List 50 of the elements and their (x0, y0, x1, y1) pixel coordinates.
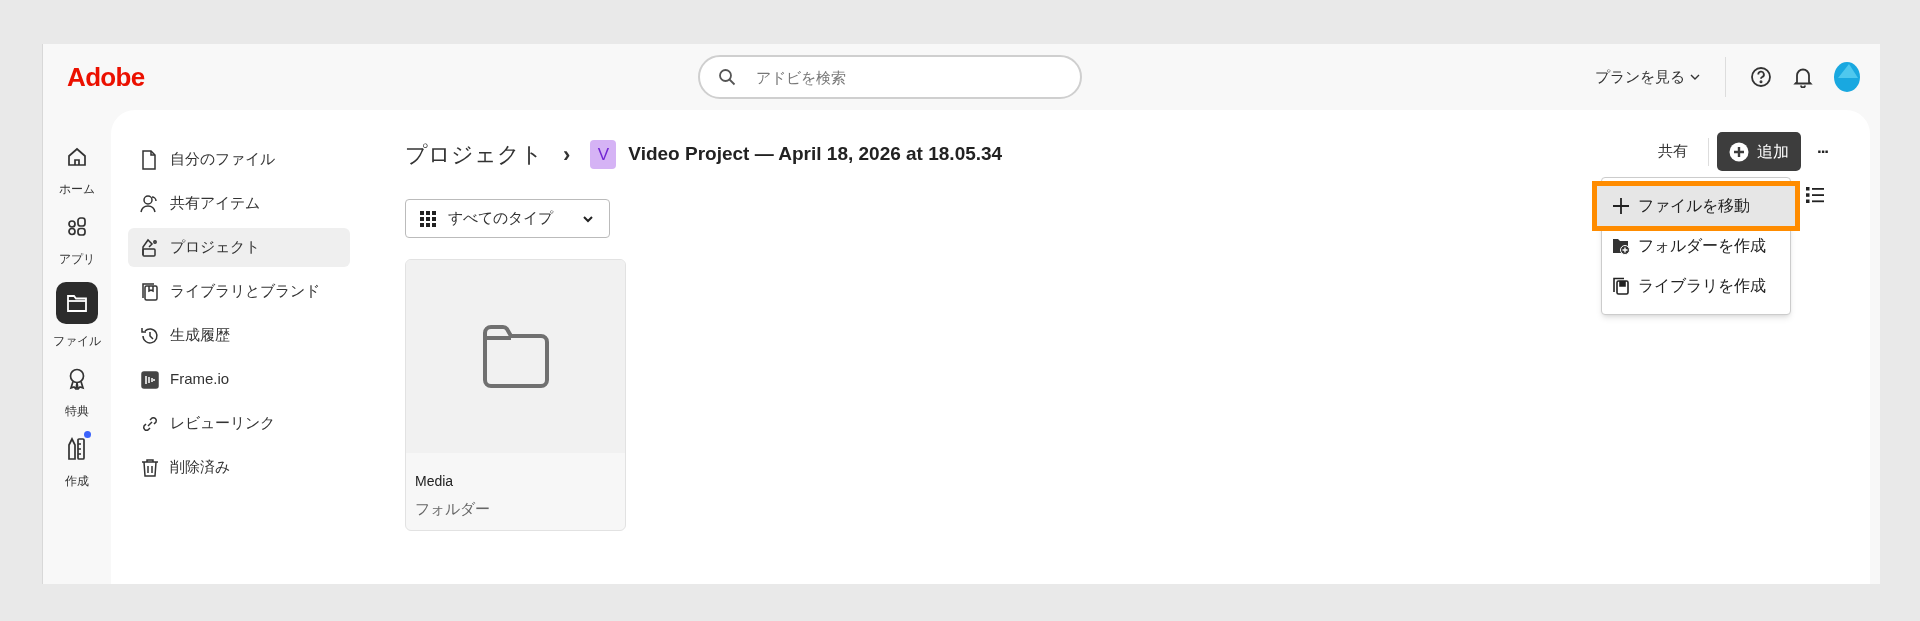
folder-name: Media (415, 472, 454, 491)
folder-add-icon (1612, 237, 1630, 255)
search-icon (717, 68, 736, 86)
menu-item[interactable]: ライブラリを作成 (1602, 266, 1790, 306)
project-title: Video Project — April 18, 2026 at 18.05.34 (628, 142, 1003, 167)
help-icon[interactable] (1750, 66, 1772, 88)
project-icon (140, 237, 160, 258)
breadcrumb-link[interactable]: プロジェクト (405, 138, 543, 171)
rail-tab[interactable]: ホーム (47, 142, 107, 198)
plans-dropdown[interactable]: プランを見る (1595, 65, 1701, 89)
breadcrumb-separator: › (563, 141, 571, 169)
home-icon (67, 147, 87, 167)
sidebar-item[interactable]: 自分のファイル (128, 140, 350, 179)
rail-tab[interactable]: アプリ (47, 212, 107, 268)
sidebar-item[interactable]: 生成履歴 (128, 316, 350, 355)
sidebar-item[interactable]: レビューリンク (128, 404, 350, 443)
library-icon (140, 281, 160, 302)
item-type: フォルダー (415, 499, 490, 519)
folder-icon (67, 294, 87, 312)
more-button[interactable]: ··· (1817, 138, 1828, 165)
sidebar-item[interactable]: 共有アイテム (128, 184, 350, 223)
bell-icon[interactable] (1792, 66, 1814, 88)
folder-card[interactable]: Media フォルダー (405, 259, 626, 531)
plus-circle-icon (1729, 141, 1749, 162)
history-icon (140, 325, 160, 346)
search-field[interactable]: アドビを検索 (697, 55, 1082, 99)
project-badge: V (590, 140, 617, 169)
share-button[interactable]: 共有 (1646, 140, 1700, 163)
apps-icon (67, 217, 87, 237)
menu-item[interactable]: フォルダーを作成 (1602, 226, 1790, 266)
award-ribbon-icon (68, 368, 86, 390)
list-view-icon[interactable] (1806, 186, 1824, 204)
folder-icon (481, 323, 550, 390)
grid-icon (420, 210, 436, 227)
rail-tab[interactable]: ファイル (47, 282, 107, 350)
people-icon (140, 193, 160, 214)
sidebar-item[interactable]: プロジェクト (128, 228, 350, 267)
rail-tab[interactable]: 作成 (47, 434, 107, 490)
library-icon (1612, 277, 1630, 295)
type-filter-dropdown[interactable]: すべてのタイプ (405, 199, 610, 238)
pen-ruler-icon (67, 437, 87, 461)
sidebar-item[interactable]: 削除済み (128, 448, 350, 487)
frame-app-icon (140, 369, 160, 390)
sidebar-item[interactable]: Frame.io (128, 360, 350, 399)
adobe-logo[interactable]: Adobe (67, 57, 145, 97)
trash-icon (140, 457, 160, 478)
avatar-icon[interactable] (1834, 62, 1860, 92)
sidebar-item[interactable]: ライブラリとブランド (128, 272, 350, 311)
add-button[interactable]: 追加 (1717, 132, 1801, 171)
rail-tab[interactable]: 特典 (47, 364, 107, 420)
